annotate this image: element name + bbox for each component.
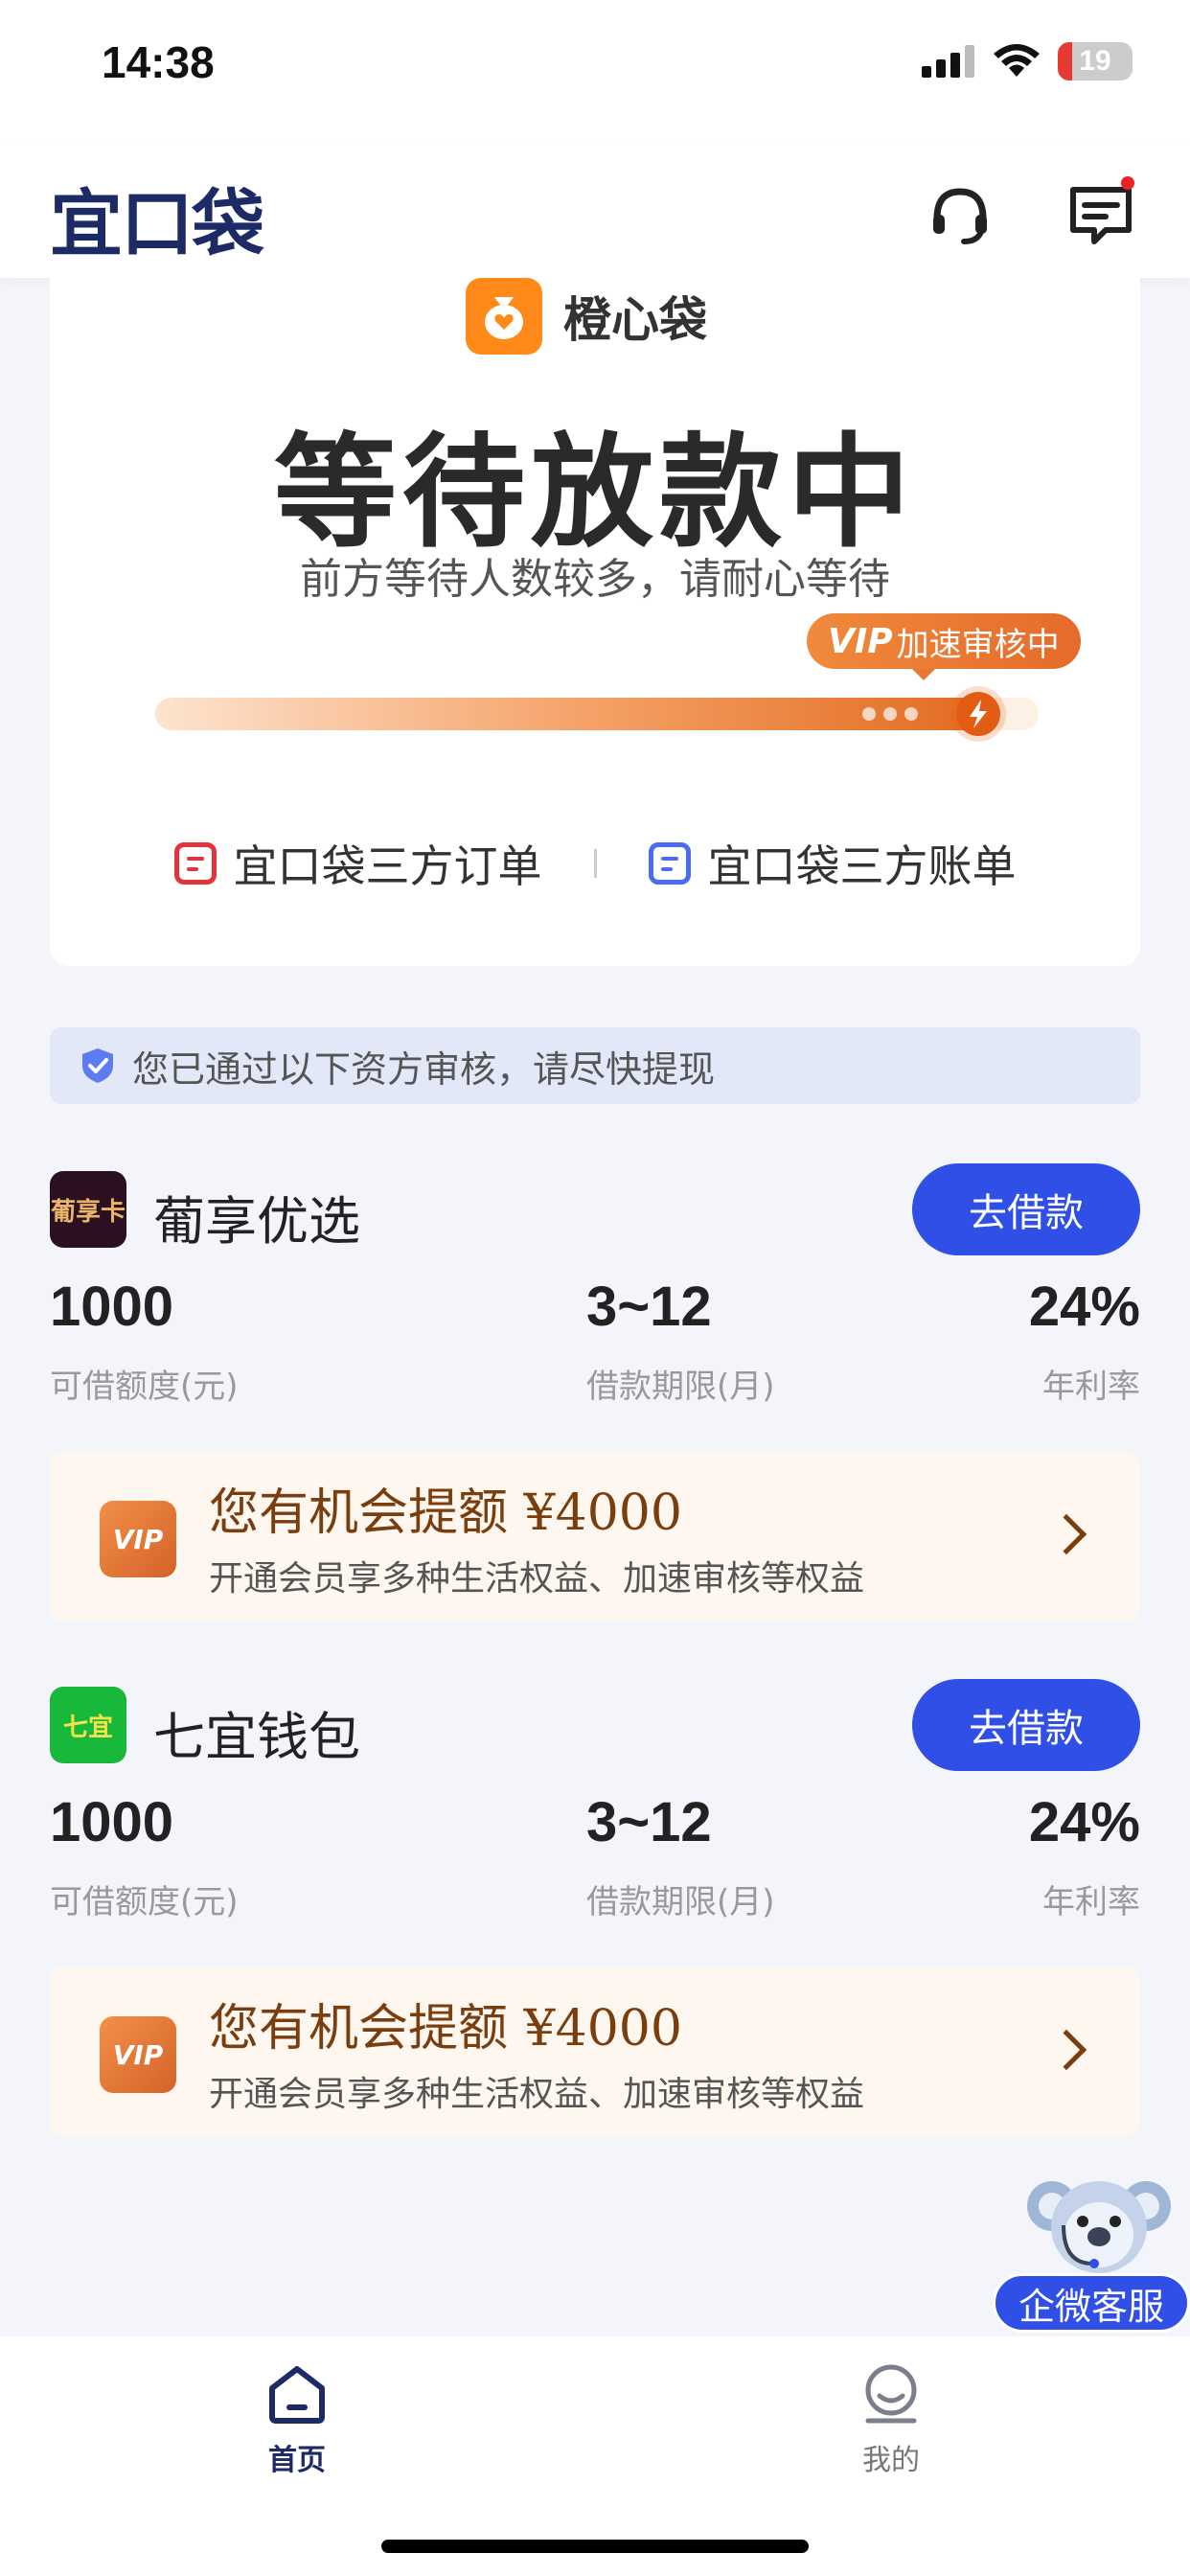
lender-name: 橙心袋 xyxy=(563,292,707,348)
third-party-order-link[interactable]: 宜口袋三方订单 xyxy=(173,832,542,895)
wifi-icon xyxy=(994,44,1040,77)
shield-check-icon xyxy=(82,1048,113,1083)
term-value: 3~12 xyxy=(586,1276,712,1338)
upgrade-subtitle: 开通会员享多种生活权益、加速审核等权益 xyxy=(209,1559,865,1598)
card-links: 宜口袋三方订单 宜口袋三方账单 xyxy=(50,832,1140,895)
tab-home[interactable]: 首页 xyxy=(201,2363,393,2478)
status-time: 14:38 xyxy=(102,37,215,87)
term-stat: 3~12 借款期限(月) xyxy=(586,1790,775,1922)
status-icons: 19 xyxy=(922,42,1133,80)
koala-mascot-icon xyxy=(1027,2181,1171,2273)
rate-label: 年利率 xyxy=(1042,1368,1140,1406)
vip-tag-text: 加速审核中 xyxy=(896,625,1060,664)
order-link-label: 宜口袋三方订单 xyxy=(233,840,542,892)
offer-card: 葡享卡 葡享优选 去借款 1000 可借额度(元) 3~12 借款期限(月) 2… xyxy=(50,1163,1140,1622)
offer-header: 七宜 七宜钱包 去借款 xyxy=(50,1679,1140,1771)
headset-icon[interactable] xyxy=(926,180,995,249)
upgrade-subtitle: 开通会员享多种生活权益、加速审核等权益 xyxy=(209,2075,865,2114)
app-header: 宜口袋 xyxy=(0,144,1190,278)
amount-stat: 1000 可借额度(元) xyxy=(50,1275,239,1407)
tab-profile[interactable]: 我的 xyxy=(795,2363,987,2478)
battery-icon: 19 xyxy=(1058,42,1133,80)
rate-label: 年利率 xyxy=(1042,1883,1140,1921)
progress-track xyxy=(155,692,1039,736)
offer-stats: 1000 可借额度(元) 3~12 借款期限(月) 24% 年利率 xyxy=(50,1275,1140,1418)
vip-label: VIP xyxy=(828,621,893,661)
amount-label: 可借额度(元) xyxy=(50,1883,239,1921)
lightning-icon xyxy=(955,692,1000,736)
home-indicator xyxy=(381,2540,809,2553)
offer-stats: 1000 可借额度(元) 3~12 借款期限(月) 24% 年利率 xyxy=(50,1790,1140,1934)
customer-service-float[interactable]: 企微客服 xyxy=(993,2168,1190,2336)
money-bag-icon xyxy=(466,278,542,355)
loan-status-card: 橙心袋 等待放款中 前方等待人数较多，请耐心等待 VIP 加速审核中 宜口袋三方… xyxy=(50,278,1140,966)
offer-name: 葡享优选 xyxy=(153,1191,360,1252)
term-stat: 3~12 借款期限(月) xyxy=(586,1275,775,1407)
vip-upgrade-banner[interactable]: VIP 您有机会提额 ¥4000 开通会员享多种生活权益、加速审核等权益 xyxy=(50,1451,1140,1622)
upgrade-title: 您有机会提额 ¥4000 xyxy=(209,2000,682,2058)
third-party-bill-link[interactable]: 宜口袋三方账单 xyxy=(648,832,1017,895)
battery-level: 19 xyxy=(1079,45,1111,77)
term-value: 3~12 xyxy=(586,1791,712,1853)
bill-link-label: 宜口袋三方账单 xyxy=(707,840,1017,892)
progress-fill xyxy=(155,692,1000,736)
approval-notice: 您已通过以下资方审核，请尽快提现 xyxy=(50,1027,1140,1104)
rate-stat: 24% 年利率 xyxy=(1029,1275,1140,1407)
offer-logo: 七宜 xyxy=(50,1687,126,1763)
vip-badge-icon: VIP xyxy=(100,2016,176,2093)
borrow-button[interactable]: 去借款 xyxy=(912,1679,1140,1771)
brand-logo: 宜口袋 xyxy=(50,181,264,266)
offer-header: 葡享卡 葡享优选 去借款 xyxy=(50,1163,1140,1255)
signal-icon xyxy=(922,45,974,78)
offer-name: 七宜钱包 xyxy=(153,1707,360,1767)
notification-dot xyxy=(1121,176,1134,190)
lender-tag: 橙心袋 xyxy=(466,278,707,355)
bill-doc-icon xyxy=(648,842,691,885)
status-subtitle: 前方等待人数较多，请耐心等待 xyxy=(300,555,890,604)
amount-value: 1000 xyxy=(50,1791,174,1853)
progress-dots xyxy=(861,707,918,721)
upgrade-title: 您有机会提额 ¥4000 xyxy=(209,1484,682,1542)
profile-icon xyxy=(865,2364,917,2424)
offer-card: 七宜 七宜钱包 去借款 1000 可借额度(元) 3~12 借款期限(月) 24… xyxy=(50,1679,1140,2137)
amount-value: 1000 xyxy=(50,1276,174,1338)
notice-text: 您已通过以下资方审核，请尽快提现 xyxy=(132,1047,716,1091)
order-doc-icon xyxy=(173,842,217,885)
term-label: 借款期限(月) xyxy=(586,1883,775,1921)
vip-upgrade-banner[interactable]: VIP 您有机会提额 ¥4000 开通会员享多种生活权益、加速审核等权益 xyxy=(50,1966,1140,2137)
offer-logo: 葡享卡 xyxy=(50,1171,126,1248)
term-label: 借款期限(月) xyxy=(586,1368,775,1406)
status-bar: 14:38 19 xyxy=(0,0,1190,144)
tab-home-label: 首页 xyxy=(268,2444,326,2477)
chevron-right-icon xyxy=(1045,2029,1087,2071)
vip-accelerate-tag: VIP 加速审核中 xyxy=(807,613,1081,680)
amount-label: 可借额度(元) xyxy=(50,1368,239,1406)
customer-service-label: 企微客服 xyxy=(993,2273,1190,2333)
borrow-button[interactable]: 去借款 xyxy=(912,1163,1140,1255)
tab-profile-label: 我的 xyxy=(862,2444,920,2477)
link-divider xyxy=(593,849,597,878)
rate-stat: 24% 年利率 xyxy=(1029,1790,1140,1922)
home-icon xyxy=(269,2366,325,2424)
chevron-right-icon xyxy=(1045,1513,1087,1555)
rate-value: 24% xyxy=(1028,1276,1140,1338)
rate-value: 24% xyxy=(1028,1791,1140,1853)
vip-badge-icon: VIP xyxy=(100,1501,176,1577)
message-icon[interactable] xyxy=(1067,176,1136,249)
amount-stat: 1000 可借额度(元) xyxy=(50,1790,239,1922)
